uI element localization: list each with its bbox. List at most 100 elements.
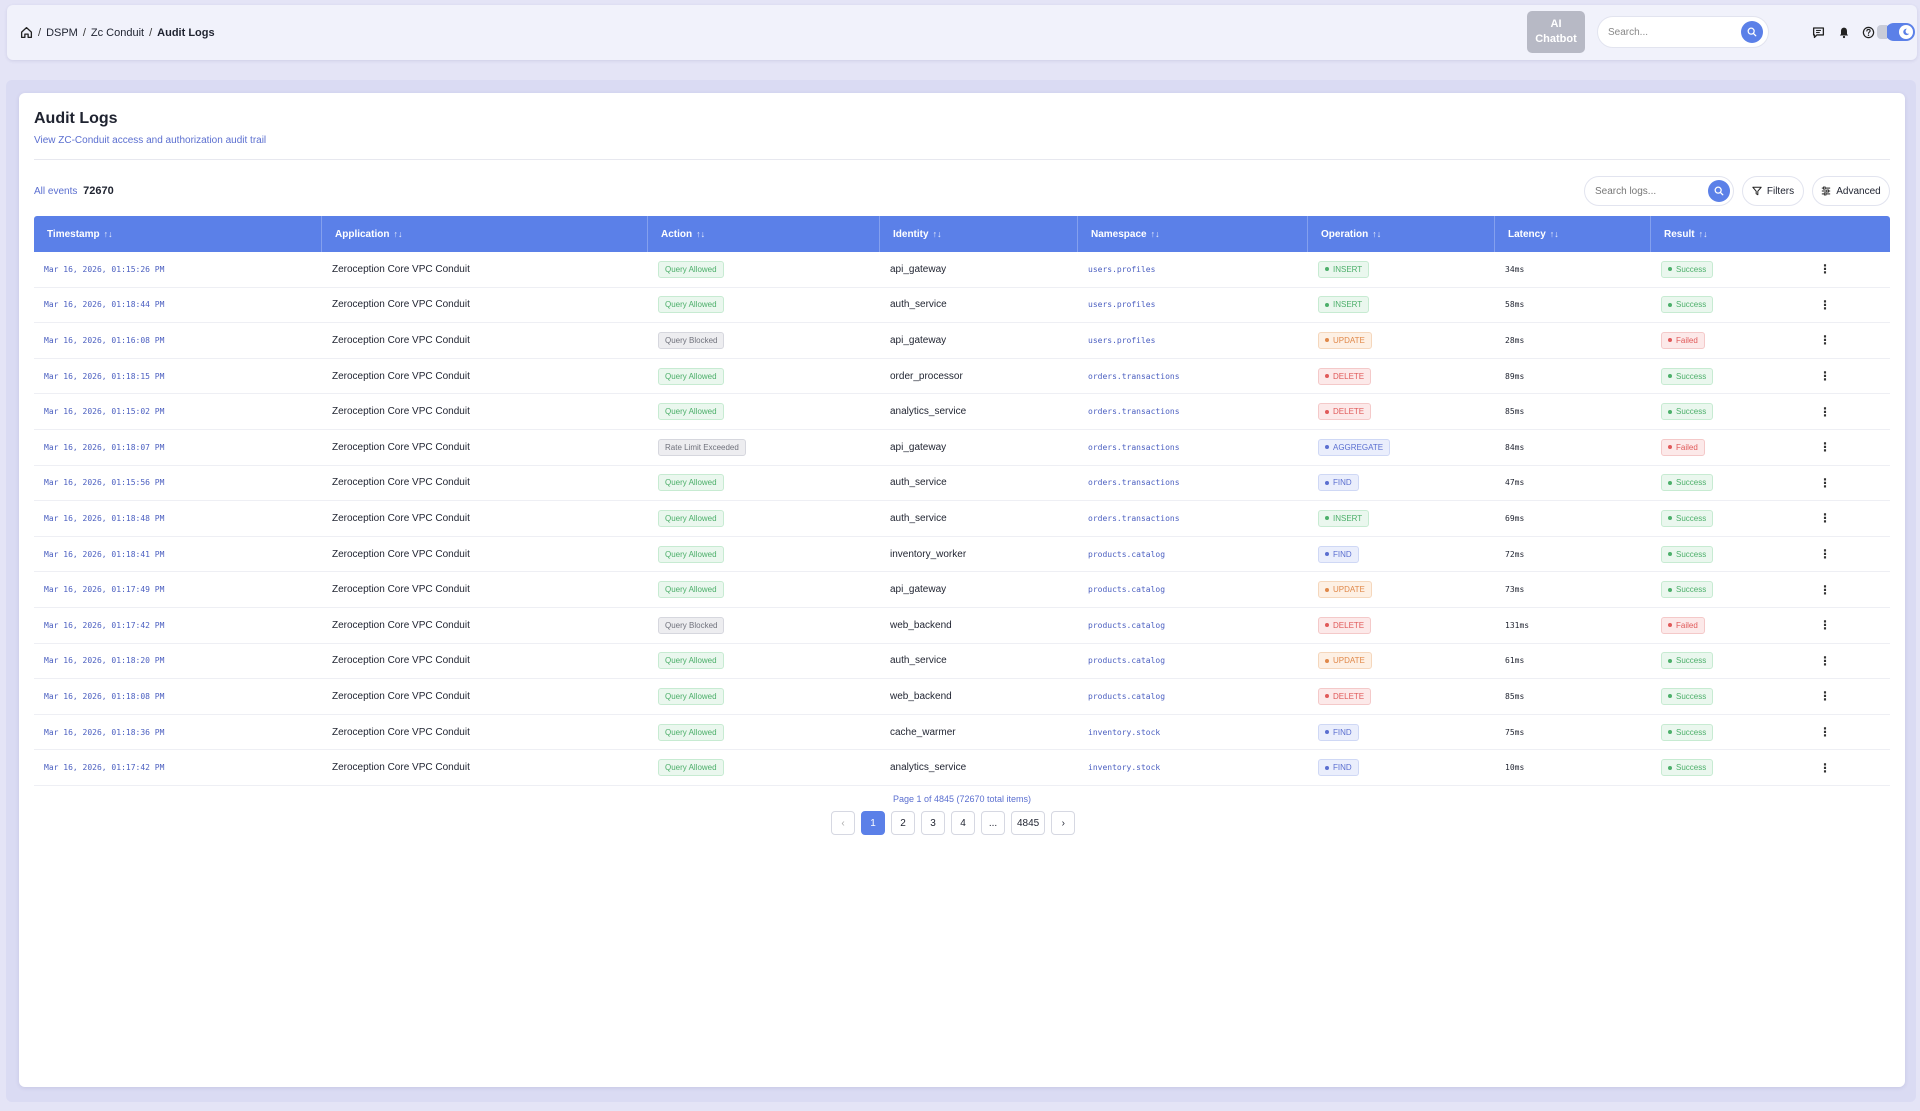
identity-text: auth_service (890, 477, 947, 489)
namespace-text: products.catalog (1088, 656, 1166, 666)
more-options-icon[interactable]: ⋮ (1819, 654, 1831, 668)
cell-action: Query Allowed (648, 501, 880, 536)
more-options-icon[interactable]: ⋮ (1819, 511, 1831, 525)
column-header-identity[interactable]: Identity ↑↓ (880, 216, 1078, 252)
column-header-label: Application (335, 228, 390, 240)
cell-action: Query Allowed (648, 359, 880, 394)
more-options-icon[interactable]: ⋮ (1819, 369, 1831, 383)
page-button-1[interactable]: 1 (861, 811, 885, 835)
page-button-3[interactable]: 3 (921, 811, 945, 835)
column-header-label: Timestamp (47, 228, 100, 240)
cell-identity: auth_service (880, 501, 1078, 536)
table-row[interactable]: Mar 16, 2026, 01:18:41 PM Zeroception Cor… (34, 537, 1890, 573)
table-row[interactable]: Mar 16, 2026, 01:18:15 PM Zeroception Cor… (34, 359, 1890, 395)
result-badge: Success (1661, 403, 1714, 421)
page-ellipsis: ... (981, 811, 1005, 835)
log-search-button[interactable] (1708, 180, 1730, 202)
latency-text: 84ms (1505, 442, 1525, 452)
search-icon (1714, 186, 1724, 196)
help-icon[interactable] (1861, 25, 1876, 40)
table-row[interactable]: Mar 16, 2026, 01:18:07 PM Zeroception Cor… (34, 430, 1890, 466)
column-header-namespace[interactable]: Namespace ↑↓ (1078, 216, 1308, 252)
cell-result: Success (1651, 394, 1811, 429)
more-options-icon[interactable]: ⋮ (1819, 618, 1831, 632)
more-options-icon[interactable]: ⋮ (1819, 262, 1831, 276)
table-row[interactable]: Mar 16, 2026, 01:17:42 PM Zeroception Cor… (34, 608, 1890, 644)
table-row[interactable]: Mar 16, 2026, 01:15:26 PM Zeroception Cor… (34, 252, 1890, 288)
breadcrumb-item-dspm[interactable]: DSPM (46, 27, 78, 39)
table-row[interactable]: Mar 16, 2026, 01:18:08 PM Zeroception Cor… (34, 679, 1890, 715)
page-title: Audit Logs (34, 110, 118, 127)
table-row[interactable]: Mar 16, 2026, 01:17:42 PM Zeroception Cor… (34, 750, 1890, 786)
latency-text: 69ms (1505, 513, 1525, 523)
cell-menu: ⋮ (1811, 644, 1890, 679)
more-options-icon[interactable]: ⋮ (1819, 440, 1831, 454)
more-options-icon[interactable]: ⋮ (1819, 547, 1831, 561)
log-search (1584, 176, 1734, 206)
more-options-icon[interactable]: ⋮ (1819, 583, 1831, 597)
column-header-timestamp[interactable]: Timestamp ↑↓ (34, 216, 322, 252)
cell-identity: auth_service (880, 644, 1078, 679)
more-options-icon[interactable]: ⋮ (1819, 298, 1831, 312)
messages-icon[interactable] (1811, 25, 1826, 40)
global-search-button[interactable] (1741, 21, 1763, 43)
column-header-result[interactable]: Result ↑↓ (1651, 216, 1811, 252)
more-options-icon[interactable]: ⋮ (1819, 761, 1831, 775)
cell-namespace: users.profiles (1078, 252, 1308, 287)
more-options-icon[interactable]: ⋮ (1819, 333, 1831, 347)
column-header-label: Identity (893, 228, 929, 240)
advanced-button[interactable]: Advanced (1812, 176, 1890, 206)
prev-page-button[interactable]: ‹ (831, 811, 855, 835)
more-options-icon[interactable]: ⋮ (1819, 689, 1831, 703)
application-text: Zeroception Core VPC Conduit (332, 584, 470, 596)
ai-chatbot-button[interactable]: AI Chatbot (1527, 11, 1585, 53)
operation-badge: FIND (1318, 474, 1359, 492)
column-header-action[interactable]: Action ↑↓ (648, 216, 880, 252)
namespace-text: products.catalog (1088, 585, 1166, 595)
cell-application: Zeroception Core VPC Conduit (322, 288, 648, 323)
column-header-label: Result (1664, 228, 1695, 240)
bell-icon[interactable] (1836, 25, 1851, 40)
breadcrumb-item-zc-conduit[interactable]: Zc Conduit (91, 27, 144, 39)
table-row[interactable]: Mar 16, 2026, 01:17:49 PM Zeroception Cor… (34, 572, 1890, 608)
column-header-operation[interactable]: Operation ↑↓ (1308, 216, 1495, 252)
theme-toggle[interactable] (1877, 23, 1915, 41)
cell-timestamp: Mar 16, 2026, 01:18:44 PM (34, 288, 322, 323)
page-button-last[interactable]: 4845 (1011, 811, 1046, 835)
cell-identity: api_gateway (880, 572, 1078, 607)
table-row[interactable]: Mar 16, 2026, 01:18:20 PM Zeroception Cor… (34, 644, 1890, 680)
latency-text: 89ms (1505, 371, 1525, 381)
sort-icon: ↑↓ (393, 229, 403, 239)
more-options-icon[interactable]: ⋮ (1819, 405, 1831, 419)
cell-timestamp: Mar 16, 2026, 01:18:48 PM (34, 501, 322, 536)
home-icon[interactable] (20, 26, 33, 39)
table-row[interactable]: Mar 16, 2026, 01:18:44 PM Zeroception Cor… (34, 288, 1890, 324)
table-row[interactable]: Mar 16, 2026, 01:15:56 PM Zeroception Cor… (34, 466, 1890, 502)
result-badge: Success (1661, 509, 1714, 527)
cell-application: Zeroception Core VPC Conduit (322, 501, 648, 536)
table-body: Mar 16, 2026, 01:15:26 PM Zeroception Cor… (34, 252, 1890, 786)
cell-action: Query Allowed (648, 252, 880, 287)
log-search-input[interactable] (1595, 185, 1695, 197)
identity-text: auth_service (890, 512, 947, 524)
cell-action: Query Allowed (648, 288, 880, 323)
cell-menu: ⋮ (1811, 466, 1890, 501)
more-options-icon[interactable]: ⋮ (1819, 725, 1831, 739)
table-row[interactable]: Mar 16, 2026, 01:16:08 PM Zeroception Cor… (34, 323, 1890, 359)
filters-button[interactable]: Filters (1742, 176, 1804, 206)
more-options-icon[interactable]: ⋮ (1819, 476, 1831, 490)
cell-timestamp: Mar 16, 2026, 01:18:15 PM (34, 359, 322, 394)
identity-text: web_backend (890, 619, 952, 631)
next-page-button[interactable]: › (1051, 811, 1076, 835)
table-row[interactable]: Mar 16, 2026, 01:15:02 PM Zeroception Cor… (34, 394, 1890, 430)
column-header-latency[interactable]: Latency ↑↓ (1495, 216, 1651, 252)
cell-timestamp: Mar 16, 2026, 01:15:26 PM (34, 252, 322, 287)
page-button-2[interactable]: 2 (891, 811, 915, 835)
table-row[interactable]: Mar 16, 2026, 01:18:48 PM Zeroception Cor… (34, 501, 1890, 537)
column-header-application[interactable]: Application ↑↓ (322, 216, 648, 252)
global-search-input[interactable] (1608, 26, 1728, 38)
table-row[interactable]: Mar 16, 2026, 01:18:36 PM Zeroception Cor… (34, 715, 1890, 751)
timestamp-text: Mar 16, 2026, 01:18:44 PM (44, 300, 165, 310)
page-button-4[interactable]: 4 (951, 811, 975, 835)
action-badge: Query Allowed (658, 687, 724, 705)
